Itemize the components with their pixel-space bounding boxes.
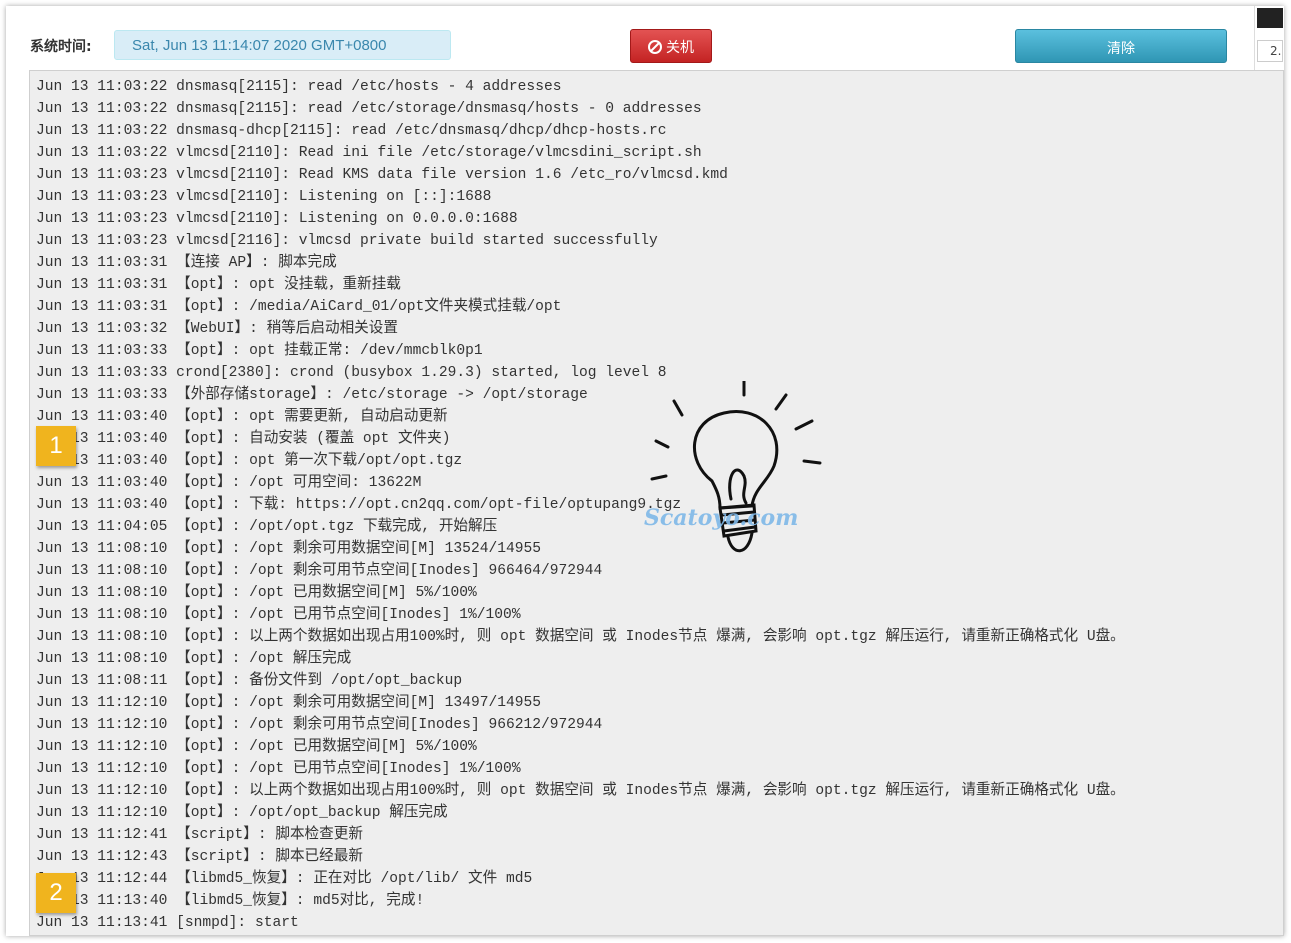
log-line: Jun 13 11:08:10 【opt】: /opt 已用节点空间[Inode…	[36, 607, 521, 623]
log-line: Jun 13 11:03:32 【WebUI】: 稍等后启动相关设置	[36, 321, 398, 337]
log-line: Jun 13 11:13:41 [snmpd]: start	[36, 915, 299, 931]
log-line: Jun 13 11:03:23 vlmcsd[2110]: Listening …	[36, 211, 518, 227]
edge-mini-field[interactable]: 2.	[1257, 40, 1283, 62]
annotation-badge-1: 1	[36, 426, 76, 466]
log-line: Jun 13 11:08:10 【opt】: /opt 解压完成	[36, 651, 352, 667]
log-line: Jun 13 11:03:22 dnsmasq[2115]: read /etc…	[36, 101, 702, 117]
log-line: Jun 13 11:03:22 vlmcsd[2110]: Read ini f…	[36, 145, 702, 161]
edge-dark-block	[1257, 8, 1283, 28]
log-line: Jun 13 11:03:31 【opt】: opt 没挂载，重新挂载	[36, 277, 401, 293]
log-line: Jun 13 11:08:10 【opt】: 以上两个数据如出现占用100%时,…	[36, 629, 1125, 645]
log-line: Jun 13 11:08:11 【opt】: 备份文件到 /opt/opt_ba…	[36, 673, 463, 689]
log-line: Jun 13 11:12:10 【opt】: 以上两个数据如出现占用100%时,…	[36, 783, 1125, 799]
log-line: Jun 13 11:12:10 【opt】: /opt 已用数据空间[M] 5%…	[36, 739, 477, 755]
log-line: Jun 13 11:12:10 【opt】: /opt 剩余可用数据空间[M] …	[36, 695, 542, 711]
log-line: Jun 13 11:03:23 vlmcsd[2110]: Listening …	[36, 189, 492, 205]
edge-widget: 2.	[1254, 6, 1284, 70]
system-time-display: Sat, Jun 13 11:14:07 2020 GMT+0800	[114, 30, 451, 60]
toolbar: 系统时间: Sat, Jun 13 11:14:07 2020 GMT+0800…	[6, 6, 1284, 70]
lightbulb-watermark: Scatoyo.com	[636, 379, 836, 596]
clear-button[interactable]: 清除	[1015, 29, 1227, 63]
clear-button-label: 清除	[1107, 41, 1135, 57]
log-line: Jun 13 11:12:10 【opt】: /opt 已用节点空间[Inode…	[36, 761, 521, 777]
log-line: Jun 13 11:03:33 【opt】: opt 挂载正常: /dev/mm…	[36, 343, 483, 359]
annotation-badge-2: 2	[36, 873, 76, 913]
shutdown-button[interactable]: 关机	[630, 29, 712, 63]
log-line: Jun 13 11:03:22 dnsmasq[2115]: read /etc…	[36, 79, 562, 95]
app-window: 系统时间: Sat, Jun 13 11:14:07 2020 GMT+0800…	[6, 6, 1284, 936]
log-line: Jun 13 11:12:10 【opt】: /opt 剩余可用节点空间[Ino…	[36, 717, 603, 733]
log-line: Jun 13 11:13:40 【libmd5_恢复】: md5对比, 完成!	[36, 893, 425, 909]
log-line: Jun 13 11:03:22 dnsmasq-dhcp[2115]: read…	[36, 123, 667, 139]
system-time-label: 系统时间:	[30, 39, 92, 55]
log-line: Jun 13 11:12:44 【libmd5_恢复】: 正在对比 /opt/l…	[36, 871, 533, 887]
log-line: Jun 13 11:03:23 vlmcsd[2110]: Read KMS d…	[36, 167, 728, 183]
watermark-text: Scatoyo.com	[644, 505, 799, 531]
log-line: Jun 13 11:03:31 【opt】: /media/AiCard_01/…	[36, 299, 562, 315]
lightbulb-icon	[650, 379, 822, 553]
shutdown-button-label: 关机	[666, 40, 694, 56]
ban-icon	[648, 40, 662, 54]
log-line: Jun 13 11:03:31 【连接 AP】: 脚本完成	[36, 255, 337, 271]
log-line: Jun 13 11:12:43 【script】: 脚本已经最新	[36, 849, 363, 865]
log-line: Jun 13 11:03:23 vlmcsd[2116]: vlmcsd pri…	[36, 233, 658, 249]
log-line: Jun 13 11:12:10 【opt】: /opt/opt_backup 解…	[36, 805, 448, 821]
log-line: Jun 13 11:12:41 【script】: 脚本检查更新	[36, 827, 363, 843]
